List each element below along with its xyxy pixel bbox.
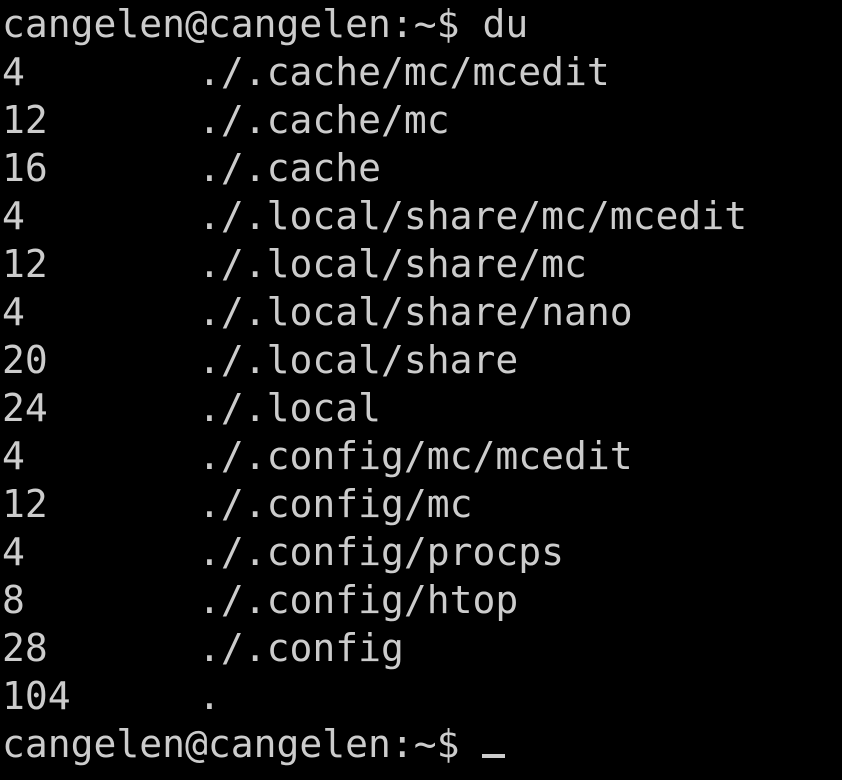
directory-path: ./.cache/mc/mcedit — [198, 50, 610, 94]
directory-path: . — [198, 674, 221, 718]
directory-path: ./.local/share/mc — [198, 242, 587, 286]
directory-path: ./.local/share — [198, 338, 519, 382]
disk-usage-size: 8 — [2, 578, 25, 622]
disk-usage-size: 16 — [2, 146, 48, 190]
directory-path: ./.config/htop — [198, 578, 519, 622]
prompt: cangelen@cangelen:~$ — [2, 722, 483, 766]
text-cursor — [482, 754, 506, 758]
du-output-row: 4 ./.config/procps — [0, 528, 842, 576]
du-output-row: 8 ./.config/htop — [0, 576, 842, 624]
disk-usage-size: 4 — [2, 194, 25, 238]
typed-command: du — [482, 2, 529, 46]
directory-path: ./.config/mc/mcedit — [198, 434, 633, 478]
directory-path: ./.cache/mc — [198, 98, 450, 142]
disk-usage-size: 20 — [2, 338, 48, 382]
du-output-row: 12 ./.cache/mc — [0, 96, 842, 144]
directory-path: ./.local — [198, 386, 382, 430]
du-output-row: 12 ./.local/share/mc — [0, 240, 842, 288]
disk-usage-size: 4 — [2, 50, 25, 94]
du-output-row: 4 ./.config/mc/mcedit — [0, 432, 842, 480]
disk-usage-size: 28 — [2, 626, 48, 670]
disk-usage-size: 4 — [2, 530, 25, 574]
du-output-row: 20 ./.local/share — [0, 336, 842, 384]
disk-usage-size: 4 — [2, 290, 25, 334]
du-output: 4 ./.cache/mc/mcedit 12 ./.cache/mc 16 ./.cac… — [0, 48, 842, 720]
directory-path: ./.config/procps — [198, 530, 565, 574]
disk-usage-size: 24 — [2, 386, 48, 430]
du-output-row: 28 ./.config — [0, 624, 842, 672]
du-output-row: 4 ./.cache/mc/mcedit — [0, 48, 842, 96]
disk-usage-size: 12 — [2, 482, 48, 526]
directory-path: ./.cache — [198, 146, 382, 190]
du-output-row: 104. — [0, 672, 842, 720]
du-output-row: 12 ./.config/mc — [0, 480, 842, 528]
directory-path: ./.config/mc — [198, 482, 473, 526]
directory-path: ./.config — [198, 626, 404, 670]
prompt: cangelen@cangelen:~$ — [2, 2, 483, 46]
disk-usage-size: 4 — [2, 434, 25, 478]
du-output-row: 24 ./.local — [0, 384, 842, 432]
directory-path: ./.local/share/nano — [198, 290, 633, 334]
final-prompt-line[interactable]: cangelen@cangelen:~$ — [0, 720, 842, 768]
disk-usage-size: 12 — [2, 98, 48, 142]
du-output-row: 4 ./.local/share/mc/mcedit — [0, 192, 842, 240]
disk-usage-size: 104 — [2, 674, 71, 718]
command-line: cangelen@cangelen:~$ du — [0, 0, 842, 48]
du-output-row: 4 ./.local/share/nano — [0, 288, 842, 336]
disk-usage-size: 12 — [2, 242, 48, 286]
du-output-row: 16 ./.cache — [0, 144, 842, 192]
directory-path: ./.local/share/mc/mcedit — [198, 194, 748, 238]
terminal-window[interactable]: cangelen@cangelen:~$ du 4 ./.cache/mc/mce… — [0, 0, 842, 780]
